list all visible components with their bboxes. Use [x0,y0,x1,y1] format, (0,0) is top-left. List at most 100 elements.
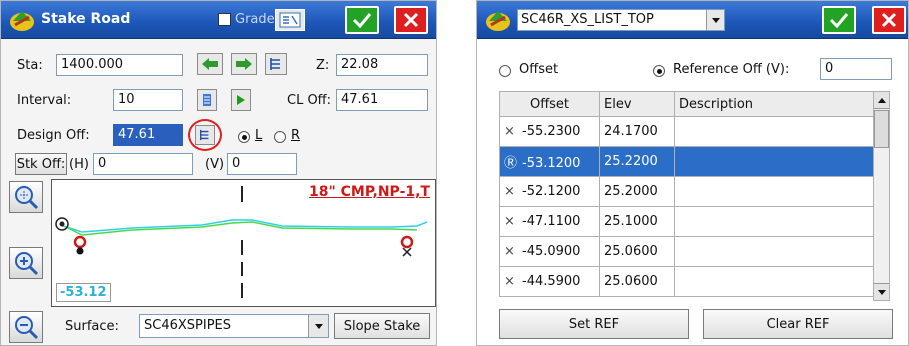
table-row[interactable]: × -44.5900 25.0600 [499,266,889,297]
play-button[interactable] [231,89,251,111]
table-row[interactable]: × -47.1100 25.1000 [499,206,889,237]
elev-cell: 25.0600 [599,236,675,267]
design-off-list-inner [195,125,215,145]
zoom-in-button[interactable] [9,247,43,279]
template-select[interactable]: SC46R_XS_LIST_TOP [517,9,725,31]
window-title: Stake Road [41,11,131,27]
document-icon [203,94,211,106]
zoom-out-button[interactable] [9,311,43,343]
feature-code-label: 18" CMP,NP-1,T [308,184,430,200]
z-label: Z: [316,58,330,73]
offset-value: -45.0900 [522,244,581,259]
description-cell [674,146,889,177]
app-logo-icon [10,11,34,31]
cancel-button[interactable] [394,6,428,34]
offset-cell: Ⓡ -53.1200 [499,146,600,177]
elev-cell: 25.2200 [599,146,675,177]
v-label: (V) [205,157,225,172]
stk-off-button[interactable]: Stk Off: [15,153,67,175]
next-station-button[interactable] [231,53,257,75]
interval-label: Interval: [17,93,72,108]
zoom-out-icon [15,316,39,340]
cl-off-label: CL Off: [287,93,332,108]
offset-value: -53.1200 [522,156,581,171]
stk-off-h-input[interactable]: 0 [93,153,193,175]
calculator-button[interactable] [275,9,305,31]
cancel-button[interactable] [872,6,906,34]
grade-label: Grade [235,12,275,27]
scroll-up-button[interactable] [874,92,889,109]
right-stake-icon [400,235,414,257]
offset-value: -47.1100 [522,214,581,229]
cross-section-plot[interactable]: 18" CMP,NP-1,T -53.12 [51,179,436,307]
offset-readout: -53.12 [56,283,111,302]
surface-select[interactable]: SC46XSPIPES [139,314,329,338]
offset-cell: × -47.1100 [499,206,600,237]
cl-off-value: 47.61 [336,89,428,111]
column-header-offset[interactable]: Offset [499,91,600,117]
offset-table: Offset Elev Description × -55.2300 24.170… [499,91,889,297]
checkmark-icon [352,13,372,29]
cross-section-list-panel: SC46R_XS_LIST_TOP Offset Reference Off (… [476,0,909,346]
description-cell [674,266,889,297]
interval-options-button[interactable] [197,89,217,111]
surface-dropdown-button[interactable] [308,315,328,337]
table-row[interactable]: × -52.1200 25.2000 [499,176,889,207]
clear-ref-button[interactable]: Clear REF [703,309,893,339]
table-scrollbar[interactable] [873,91,890,301]
offset-value: -44.5900 [522,274,581,289]
play-icon [237,95,245,105]
point-mark-icon: × [504,184,515,199]
right-side-label: R [291,128,301,143]
previous-station-button[interactable] [197,53,223,75]
slope-stake-button[interactable]: Slope Stake [334,313,430,339]
design-off-list-button[interactable] [188,119,222,151]
column-header-description[interactable]: Description [674,91,889,117]
offset-radio[interactable] [499,65,511,77]
scroll-down-button[interactable] [874,283,889,300]
table-row[interactable]: × -55.2300 24.1700 [499,116,889,147]
app-logo-icon [486,11,510,31]
point-mark-icon: × [504,244,515,259]
right-arrow-icon [236,58,252,70]
grade-checkbox[interactable] [218,13,231,26]
zoom-extents-icon [15,186,39,210]
scroll-thumb[interactable] [874,110,889,148]
reference-off-radio[interactable] [653,65,665,77]
design-off-input[interactable]: 47.61 [113,124,183,146]
zoom-extents-button[interactable] [9,181,43,213]
station-list-button[interactable] [265,53,287,75]
ok-button[interactable] [345,6,379,34]
interval-input[interactable]: 10 [113,89,183,111]
column-header-elev[interactable]: Elev [599,91,675,117]
station-input[interactable]: 1400.000 [56,54,183,76]
offset-radio-label: Offset [519,62,559,77]
set-ref-button[interactable]: Set REF [499,309,689,339]
table-row[interactable]: × -45.0900 25.0600 [499,236,889,267]
reference-off-input[interactable]: 0 [820,58,892,80]
ok-button[interactable] [822,6,856,34]
point-mark-icon: × [504,274,515,289]
description-cell [674,236,889,267]
left-stake-icon [73,235,87,255]
surface-value: SC46XSPIPES [144,318,232,333]
calculator-icon [279,12,301,28]
chevron-up-icon [877,97,886,103]
elev-cell: 25.1000 [599,206,675,237]
list-icon [270,58,280,70]
elev-cell: 24.1700 [599,116,675,147]
zoom-in-icon [15,252,39,276]
template-dropdown-button[interactable] [706,10,724,30]
offset-value: -52.1200 [522,184,581,199]
checkmark-icon [829,13,849,29]
elev-cell: 25.2000 [599,176,675,207]
stk-off-v-input[interactable]: 0 [227,153,297,175]
right-side-radio[interactable] [274,131,286,143]
list-icon [200,129,209,141]
chevron-down-icon [314,323,323,329]
table-row-selected[interactable]: Ⓡ -53.1200 25.2200 [499,146,889,177]
table-header: Offset Elev Description [499,91,889,117]
left-side-radio[interactable] [238,131,250,143]
title-bar: Stake Road Grade [1,1,436,39]
offset-cell: × -52.1200 [499,176,600,207]
